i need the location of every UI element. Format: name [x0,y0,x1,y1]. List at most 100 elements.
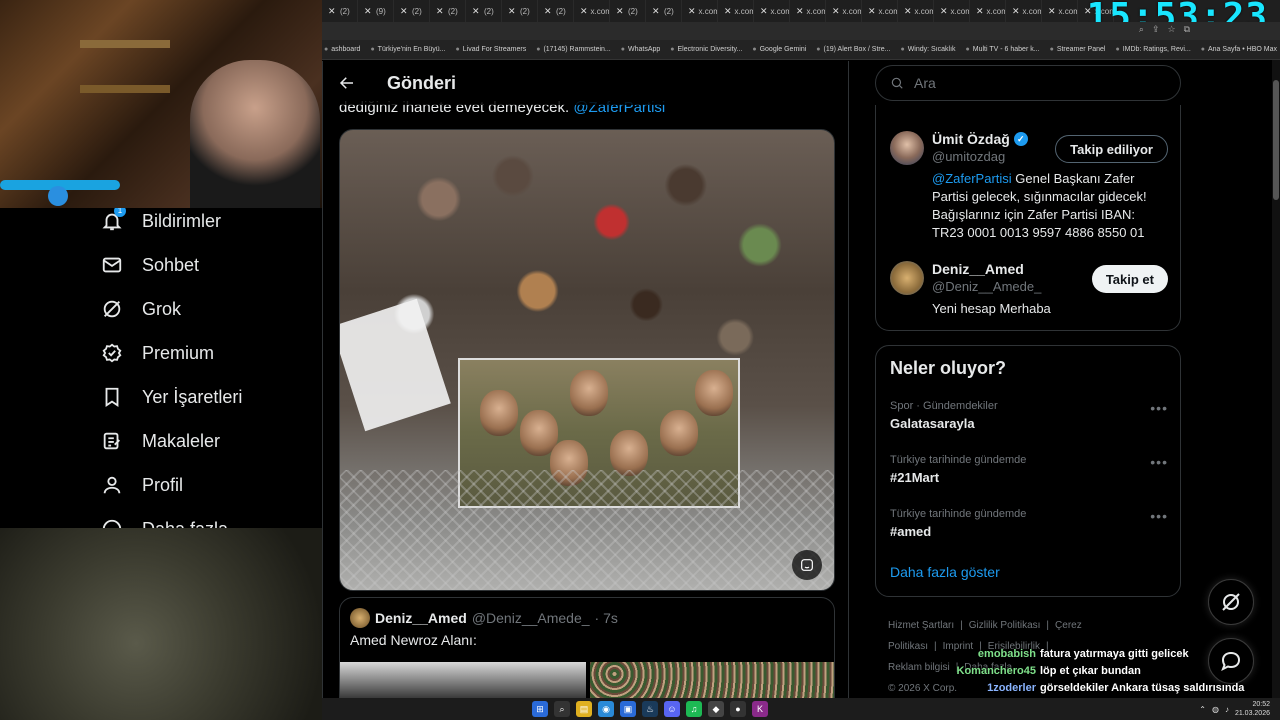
bookmark-item[interactable]: ● Livad For Streamers [456,46,527,53]
extensions-icon[interactable]: ⧉ [1184,24,1190,35]
bookmark-item[interactable]: ● IMDb: Ratings, Revi... [1115,46,1190,53]
more-options-icon[interactable]: ••• [1150,400,1168,416]
bookmark-item[interactable]: ● WhatsApp [621,46,661,53]
browser-tab[interactable]: ✕ x.com [934,0,970,22]
browser-tab[interactable]: ✕ (2) [466,0,502,22]
browser-tab[interactable]: ✕ x.com [862,0,898,22]
footer-link[interactable]: Hizmet Şartları [888,620,954,631]
follow-button[interactable]: Takip et [1091,265,1168,293]
nav-item-bookmarks[interactable]: Yer İşaretleri [100,382,242,412]
scrollbar[interactable] [1272,60,1280,698]
nav-item-more[interactable]: Daha fazla [100,514,228,528]
browser-tab[interactable]: ✕ x.com [574,0,610,22]
nav-item-profile[interactable]: Profil [100,470,183,500]
footer-link[interactable]: Gizlilik Politikası [969,620,1041,631]
steam-icon[interactable]: ♨ [642,701,658,717]
bookmark-favicon-icon: ● [1049,46,1054,53]
tab-label: x.com [806,6,826,16]
bookmark-item[interactable]: ● Electronic Diversity... [670,46,742,53]
browser-tab[interactable]: ✕ x.com [682,0,718,22]
scroll-thumb[interactable] [1273,80,1279,200]
following-button[interactable]: Takip ediliyor [1055,135,1168,163]
browser-tab[interactable]: ✕ x.com [898,0,934,22]
taskbar-clock[interactable]: 20:52 21.03.2026 [1235,700,1270,718]
star-icon[interactable]: ☆ [1167,24,1175,35]
nav-item-premium[interactable]: Premium [100,338,214,368]
trend-item[interactable]: Türkiye tarihinde gündemde #21Mart ••• [890,454,1168,485]
browser-tab[interactable]: ✕ x.com [1006,0,1042,22]
bookmark-item[interactable]: ● Multi TV - 6 haber k... [966,46,1040,53]
search-input[interactable] [914,75,1154,91]
spotify-icon[interactable]: ♫ [686,701,702,717]
avatar[interactable] [890,131,924,165]
more-options-icon[interactable]: ••• [1150,508,1168,524]
bookmark-item[interactable]: ● Türkiye'nin En Büyü... [370,46,445,53]
browser-tab[interactable]: ✕ (2) [610,0,646,22]
trend-item[interactable]: Türkiye tarihinde gündemde #amed ••• [890,508,1168,539]
browser-tab[interactable]: ✕ x.com [1042,0,1078,22]
windows-start-icon[interactable]: ⊞ [532,701,548,717]
back-button[interactable] [323,61,371,105]
nav-item-chat[interactable]: Sohbet [100,250,199,280]
trends-card: Neler oluyor? Spor · Gündemdekiler Galat… [875,345,1181,597]
browser-tab[interactable]: ✕ x.com [970,0,1006,22]
store-icon[interactable]: ▣ [620,701,636,717]
nav-item-grok[interactable]: Grok [100,294,181,324]
grok-button[interactable] [1208,579,1254,625]
address-bar[interactable]: ⌕ ⇪ ☆ ⧉ [322,22,1280,40]
user-suggestion[interactable]: Ümit Özdağ ✓ @umitozdag @ZaferPartisi Ge… [890,131,1168,242]
browser-tab[interactable]: ✕ x.com [790,0,826,22]
browser-tab[interactable]: ✕ (2) [646,0,682,22]
browser-tab[interactable]: ✕ (2) [538,0,574,22]
image-edit-button[interactable] [792,550,822,580]
chat-username: Komanchero45 [956,665,1036,677]
bookmark-item[interactable]: ● Google Gemini [752,46,806,53]
obs-icon[interactable]: ● [730,701,746,717]
kick-icon[interactable]: K [752,701,768,717]
avatar[interactable] [890,261,924,295]
bookmark-item[interactable]: ● ashboard [324,46,360,53]
chat-message: emobabish fatura yatırmaya gitti gelicek [940,646,1260,663]
browser-tab[interactable]: ✕ x.com [754,0,790,22]
share-icon[interactable]: ⇪ [1152,24,1160,35]
more-options-icon[interactable]: ••• [1150,454,1168,470]
browser-tab[interactable]: ✕ (2) [502,0,538,22]
user-suggestion[interactable]: Deniz__Amed @Deniz__Amede_ Yeni hesap Me… [890,261,1168,318]
search-box[interactable] [875,65,1181,101]
chrome-icon[interactable]: ◉ [598,701,614,717]
chevron-up-icon[interactable]: ⌃ [1199,705,1206,714]
bookmark-favicon-icon: ● [536,46,541,53]
browser-tab[interactable]: ✕ (9) [358,0,394,22]
browser-tab[interactable]: ✕ (2) [430,0,466,22]
bio-mention-link[interactable]: @ZaferPartisi [932,171,1012,186]
bookmark-icon [100,385,124,409]
trend-item[interactable]: Spor · Gündemdekiler Galatasarayla ••• [890,400,1168,431]
file-explorer-icon[interactable]: ▤ [576,701,592,717]
bookmark-item[interactable]: ● (19) Alert Box / Stre... [816,46,890,53]
browser-tab[interactable]: ✕ (2) [322,0,358,22]
volume-icon[interactable]: ♪ [1225,705,1229,714]
bookmark-favicon-icon: ● [1115,46,1120,53]
bookmark-item[interactable]: ● Windy: Sıcaklık [900,46,955,53]
show-more-link[interactable]: Daha fazla göster [890,564,1000,580]
browser-tab[interactable]: ✕ (2) [394,0,430,22]
nav-item-notifications[interactable]: 1 Bildirimler [100,208,221,236]
bookmark-item[interactable]: ● Streamer Panel [1050,46,1106,53]
app-icon[interactable]: ◆ [708,701,724,717]
who-to-follow-card: Ümit Özdağ ✓ @umitozdag @ZaferPartisi Ge… [875,105,1181,331]
browser-tab[interactable]: ✕ x.com [826,0,862,22]
nav-item-articles[interactable]: Makaleler [100,426,220,456]
bookmark-item[interactable]: ● Ana Sayfa • HBO Max [1201,46,1277,53]
quoted-tweet[interactable]: Deniz__Amed @Deniz__Amede_ · 7s Amed New… [339,597,835,701]
tab-label: x.com [1022,6,1042,16]
bookmark-favicon-icon: ● [816,46,821,53]
network-icon[interactable]: ◍ [1212,705,1219,714]
discord-icon[interactable]: ☺ [664,701,680,717]
quote-image-1[interactable] [340,662,586,701]
search-icon[interactable]: ⌕ [1139,24,1144,35]
tweet-photo[interactable] [339,129,835,591]
search-icon[interactable]: ⌕ [554,701,570,717]
quote-image-2[interactable] [590,662,834,701]
bookmark-item[interactable]: ● (17145) Rammstein... [536,46,611,53]
browser-tab[interactable]: ✕ x.com [718,0,754,22]
